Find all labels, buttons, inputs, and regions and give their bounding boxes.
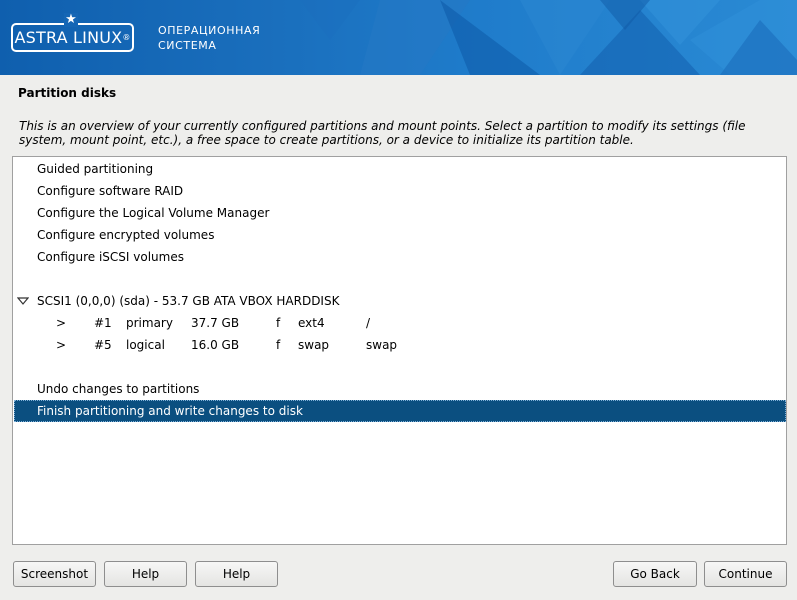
partition-filesystem: swap: [298, 338, 330, 352]
menu-item-iscsi-volumes[interactable]: Configure iSCSI volumes: [14, 246, 786, 268]
partition-filesystem: ext4: [298, 316, 325, 330]
partition-type: primary: [126, 316, 173, 330]
partition-size: 16.0 GB: [191, 338, 240, 352]
partition-mountpoint: swap: [366, 338, 398, 352]
menu-item-finish-partitioning[interactable]: Finish partitioning and write changes to…: [14, 400, 786, 422]
menu-item-label: Guided partitioning: [37, 162, 154, 176]
triangle-down-icon[interactable]: [17, 290, 29, 312]
star-icon: ★: [64, 12, 78, 27]
logo-subtitle-line2: СИСТЕМА: [158, 39, 217, 52]
expand-arrow-icon: >: [56, 338, 67, 352]
astra-banner: ASTRA LINUX ® ★ ОПЕРАЦИОННАЯ СИСТЕМА: [0, 0, 797, 75]
logo-text: ASTRA LINUX: [14, 28, 123, 47]
partition-row[interactable]: > #1 primary 37.7 GB f ext4 /: [14, 312, 786, 334]
partition-format-flag: f: [276, 338, 281, 352]
partition-format-flag: f: [276, 316, 281, 330]
logo-subtitle-line1: ОПЕРАЦИОННАЯ: [158, 24, 261, 37]
menu-item-label: Undo changes to partitions: [37, 382, 200, 396]
menu-item-label: Configure encrypted volumes: [37, 228, 215, 242]
menu-item-lvm[interactable]: Configure the Logical Volume Manager: [14, 202, 786, 224]
help-button[interactable]: Help: [104, 561, 187, 587]
go-back-button[interactable]: Go Back: [613, 561, 697, 587]
page-description: This is an overview of your currently co…: [19, 119, 746, 147]
disk-label: SCSI1 (0,0,0) (sda) - 53.7 GB ATA VBOX H…: [37, 294, 340, 308]
menu-item-undo-changes[interactable]: Undo changes to partitions: [14, 378, 786, 400]
menu-item-label: Configure software RAID: [37, 184, 184, 198]
menu-item-encrypted-volumes[interactable]: Configure encrypted volumes: [14, 224, 786, 246]
partition-type: logical: [126, 338, 165, 352]
logo-subtitle: ОПЕРАЦИОННАЯ СИСТЕМА: [158, 23, 260, 53]
menu-item-software-raid[interactable]: Configure software RAID: [14, 180, 786, 202]
partition-mountpoint: /: [366, 316, 371, 330]
menu-item-label: Configure iSCSI volumes: [37, 250, 184, 264]
disk-row[interactable]: SCSI1 (0,0,0) (sda) - 53.7 GB ATA VBOX H…: [14, 290, 786, 312]
screenshot-button[interactable]: Screenshot: [13, 561, 96, 587]
partition-number: #5: [94, 338, 112, 352]
registered-mark: ®: [122, 33, 131, 42]
partition-row[interactable]: > #5 logical 16.0 GB f swap swap: [14, 334, 786, 356]
page-title: Partition disks: [18, 86, 117, 100]
menu-item-label: Configure the Logical Volume Manager: [37, 206, 270, 220]
partition-list[interactable]: Guided partitioning Configure software R…: [12, 156, 787, 545]
menu-item-label: Finish partitioning and write changes to…: [37, 404, 303, 418]
partition-number: #1: [94, 316, 112, 330]
expand-arrow-icon: >: [56, 316, 67, 330]
help-button-secondary[interactable]: Help: [195, 561, 278, 587]
menu-item-guided-partitioning[interactable]: Guided partitioning: [14, 158, 786, 180]
partition-size: 37.7 GB: [191, 316, 240, 330]
astra-logo: ASTRA LINUX ®: [11, 23, 134, 52]
continue-button[interactable]: Continue: [704, 561, 787, 587]
